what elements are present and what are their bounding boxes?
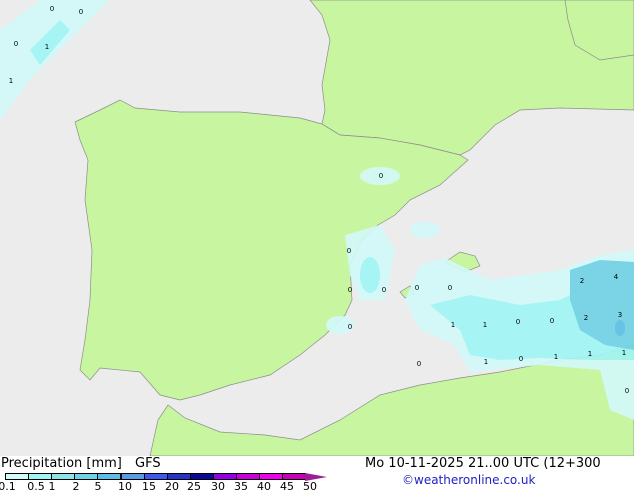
- precip-value-label: 1: [622, 349, 626, 357]
- precip-value-label: 1: [45, 43, 49, 51]
- scale-swatch: [259, 473, 284, 480]
- scale-swatch: [51, 473, 76, 480]
- precipitation-map: 0 0 0 1 1 0 0 0 0 0 0 0 1 1 0 0 2 4 2 3 0 1 0 1 1 1 0: [0, 0, 634, 456]
- scale-swatch: [5, 473, 30, 480]
- model-name: GFS: [135, 456, 161, 471]
- precip-value-label: 0: [379, 172, 383, 180]
- legend-title: Precipitation [mm]: [1, 456, 122, 471]
- precip-value-label: 0: [348, 323, 352, 331]
- scale-swatch: [74, 473, 99, 480]
- scale-swatch: [236, 473, 261, 480]
- precip-value-label: 1: [451, 321, 455, 329]
- scale-tick-label: 10: [118, 480, 132, 493]
- precip-value-label: 1: [554, 353, 558, 361]
- precip-value-label: 1: [588, 350, 592, 358]
- precip-value-label: 2: [580, 277, 584, 285]
- precip-value-label: 4: [614, 273, 619, 281]
- scale-tick-label: 40: [257, 480, 271, 493]
- datetime: Mo 10-11-2025 21..00 UTC (12+300: [365, 456, 601, 471]
- precip-value-label: 0: [50, 5, 54, 13]
- precip-value-label: 0: [550, 317, 554, 325]
- precip-value-label: 0: [519, 355, 523, 363]
- precip-value-label: 0: [417, 360, 421, 368]
- precip-value-label: 0: [516, 318, 520, 326]
- scale-tick-label: 25: [187, 480, 201, 493]
- scale-swatch: [97, 473, 122, 480]
- scale-tick-label: 0.5: [27, 480, 45, 493]
- precip-value-label: 0: [448, 284, 452, 292]
- precip-value-label: 1: [483, 321, 487, 329]
- precip-value-label: 0: [415, 284, 419, 292]
- precip-value-label: 3: [618, 311, 622, 319]
- scale-swatch: [282, 473, 307, 480]
- scale-swatch: [120, 473, 145, 480]
- precip-value-label: 0: [382, 286, 386, 294]
- precip-value-label: 0: [347, 247, 351, 255]
- legend: Precipitation [mm] GFS Mo 10-11-2025 21.…: [0, 456, 634, 493]
- scale-tick-label: 35: [234, 480, 248, 493]
- scale-tick-label: 1: [48, 480, 56, 493]
- scale-tick-label: 45: [280, 480, 294, 493]
- scale-swatch: [143, 473, 168, 480]
- precip-value-label: 0: [625, 387, 629, 395]
- scale-tick-label: 50: [303, 480, 317, 493]
- scale-swatch: [166, 473, 191, 480]
- precip-value-label: 1: [484, 358, 488, 366]
- precip-value-label: 0: [79, 8, 83, 16]
- scale-swatch: [28, 473, 53, 480]
- precip-value-label: 1: [9, 77, 13, 85]
- precip-value-label: 2: [584, 314, 588, 322]
- scale-tick-label: 2: [72, 480, 80, 493]
- scale-tick-label: 15: [142, 480, 156, 493]
- precip-value-label: 0: [348, 286, 352, 294]
- scale-tick-label: 20: [165, 480, 179, 493]
- precip-value-label: 0: [14, 40, 18, 48]
- scale-tick-label: 0.1: [0, 480, 16, 493]
- scale-tick-label: 5: [94, 480, 102, 493]
- credit-link[interactable]: ©weatheronline.co.uk: [402, 473, 535, 487]
- scale-swatch: [212, 473, 237, 480]
- scale-swatch: [189, 473, 214, 480]
- scale-tick-label: 30: [211, 480, 225, 493]
